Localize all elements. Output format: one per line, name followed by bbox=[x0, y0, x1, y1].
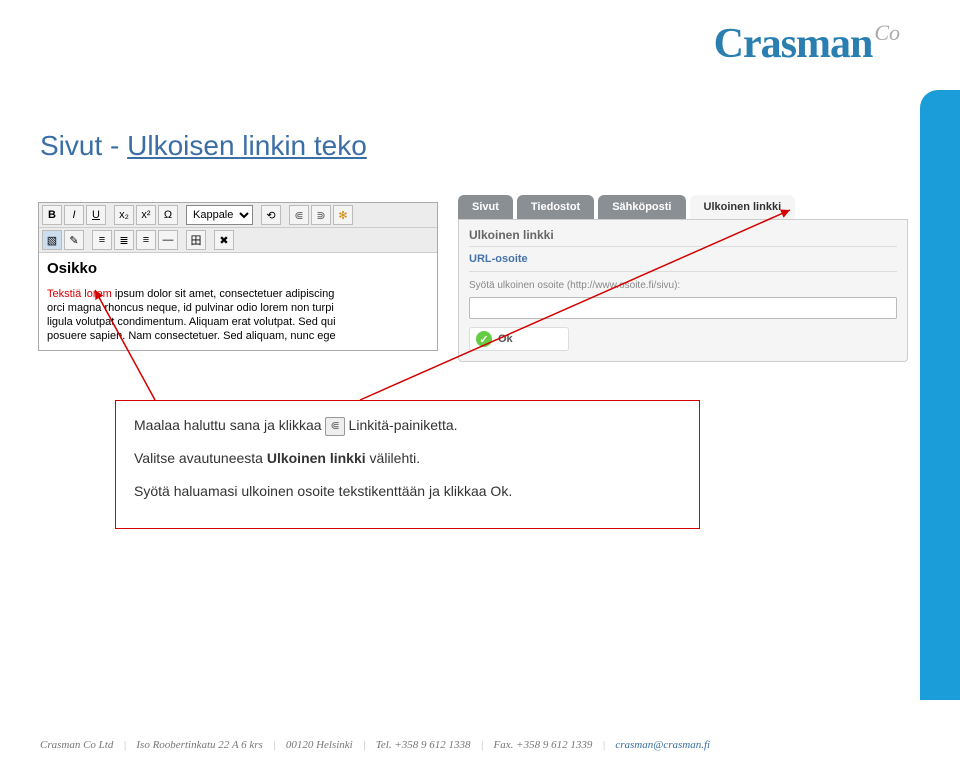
title-prefix: Sivut - bbox=[40, 130, 127, 161]
align-right-button[interactable]: ≡ bbox=[136, 230, 156, 250]
annotation-arrows bbox=[0, 0, 960, 763]
instruction-1: Maalaa haluttu sana ja klikkaa ⋐ Linkitä… bbox=[134, 415, 681, 436]
footer-tel: Tel. +358 9 612 1338 bbox=[376, 739, 471, 751]
unlink-button[interactable]: ⋑ bbox=[311, 205, 331, 225]
editor-line-3: ligula volutpat condimentum. Aliquam era… bbox=[47, 315, 429, 329]
logo-text: Crasman bbox=[714, 21, 873, 67]
footer-fax: Fax. +358 9 612 1339 bbox=[494, 739, 593, 751]
dialog-hint: Syötä ulkoinen osoite (http://www.osoite… bbox=[469, 280, 897, 291]
dialog-tabs: Sivut Tiedostot Sähköposti Ulkoinen link… bbox=[458, 195, 908, 219]
dialog-pane: Ulkoinen linkki URL-osoite Syötä ulkoine… bbox=[458, 219, 908, 362]
clear-format-button[interactable]: ⟲ bbox=[261, 205, 281, 225]
remove-format-button[interactable]: ✖ bbox=[214, 230, 234, 250]
bold-button[interactable]: B bbox=[42, 205, 62, 225]
footer: Crasman Co Ltd | Iso Roobertinkatu 22 A … bbox=[40, 739, 920, 751]
toolbar-row-1: B I U x₂ x² Ω Kappale ⟲ ⋐ ⋑ ✻ bbox=[39, 203, 437, 228]
omega-button[interactable]: Ω bbox=[158, 205, 178, 225]
paragraph-select[interactable]: Kappale bbox=[186, 205, 253, 225]
edit-button[interactable]: ✎ bbox=[64, 230, 84, 250]
footer-company: Crasman Co Ltd bbox=[40, 739, 113, 751]
subscript-button[interactable]: x₂ bbox=[114, 205, 134, 225]
instruction-2: Valitse avautuneesta Ulkoinen linkki väl… bbox=[134, 448, 681, 469]
tab-sahkoposti[interactable]: Sähköposti bbox=[598, 195, 685, 219]
hr-button[interactable]: — bbox=[158, 230, 178, 250]
align-left-button[interactable]: ≡ bbox=[92, 230, 112, 250]
url-input[interactable] bbox=[469, 297, 897, 319]
tab-sivut[interactable]: Sivut bbox=[458, 195, 513, 219]
instruction-3: Syötä haluamasi ulkoinen osoite tekstike… bbox=[134, 481, 681, 502]
logo-suffix: Co bbox=[874, 20, 900, 45]
editor-line-4: posuere sapien. Nam consectetuer. Sed al… bbox=[47, 329, 429, 343]
ok-button[interactable]: ✓ Ok bbox=[469, 327, 569, 351]
title-link: Ulkoisen linkin teko bbox=[127, 130, 367, 161]
dialog-pane-title: Ulkoinen linkki bbox=[469, 228, 897, 247]
tab-tiedostot[interactable]: Tiedostot bbox=[517, 195, 594, 219]
align-center-button[interactable]: ≣ bbox=[114, 230, 134, 250]
editor-line-2: orci magna rhoncus neque, id pulvinar od… bbox=[47, 301, 429, 315]
editor-heading: Osikko bbox=[47, 259, 429, 279]
selected-text: Tekstiä lorem bbox=[47, 288, 112, 300]
link-icon: ⋐ bbox=[325, 417, 344, 436]
footer-address-2: 00120 Helsinki bbox=[286, 739, 353, 751]
toolbar-row-2: ▧ ✎ ≡ ≣ ≡ — 田 ✖ bbox=[39, 228, 437, 253]
table-button[interactable]: 田 bbox=[186, 230, 206, 250]
special-button[interactable]: ✻ bbox=[333, 205, 353, 225]
superscript-button[interactable]: x² bbox=[136, 205, 156, 225]
ok-label: Ok bbox=[498, 333, 513, 345]
italic-button[interactable]: I bbox=[64, 205, 84, 225]
editor-line-1: Tekstiä lorem ipsum dolor sit amet, cons… bbox=[47, 287, 429, 301]
link-dialog: Sivut Tiedostot Sähköposti Ulkoinen link… bbox=[458, 195, 908, 362]
link-button[interactable]: ⋐ bbox=[289, 205, 309, 225]
footer-address-1: Iso Roobertinkatu 22 A 6 krs bbox=[136, 739, 262, 751]
dialog-subheading: URL-osoite bbox=[469, 253, 897, 272]
footer-email[interactable]: crasman@crasman.fi bbox=[615, 739, 710, 751]
check-icon: ✓ bbox=[476, 331, 492, 347]
image-button[interactable]: ▧ bbox=[42, 230, 62, 250]
logo: CrasmanCo bbox=[714, 20, 900, 68]
tab-ulkoinen-linkki[interactable]: Ulkoinen linkki bbox=[690, 195, 796, 219]
instruction-box: Maalaa haluttu sana ja klikkaa ⋐ Linkitä… bbox=[115, 400, 700, 529]
page-title: Sivut - Ulkoisen linkin teko bbox=[40, 130, 367, 162]
underline-button[interactable]: U bbox=[86, 205, 106, 225]
side-stripe bbox=[920, 90, 960, 700]
editor-screenshot: B I U x₂ x² Ω Kappale ⟲ ⋐ ⋑ ✻ ▧ ✎ ≡ ≣ ≡ … bbox=[38, 202, 438, 351]
editor-body[interactable]: Osikko Tekstiä lorem ipsum dolor sit ame… bbox=[39, 253, 437, 350]
